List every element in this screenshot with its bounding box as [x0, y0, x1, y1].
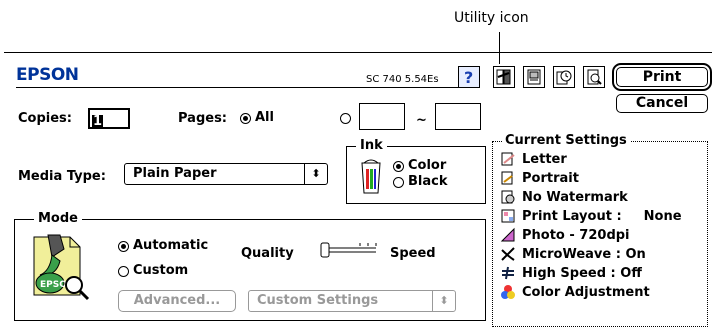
updown-arrow-icon: ⬍ [432, 291, 455, 311]
ink-black-label: Black [408, 174, 448, 189]
ink-color-label: Color [408, 158, 447, 173]
copies-label: Copies: [18, 111, 72, 126]
setting-color-adjustment: Color Adjustment [500, 284, 650, 300]
quality-speed-slider[interactable] [320, 241, 380, 259]
setting-print-layout: Print Layout : None [500, 208, 682, 224]
driver-version: SC 740 5.54Es [366, 74, 439, 85]
paper-size-icon [500, 151, 516, 167]
setting-label: High Speed : Off [522, 265, 642, 281]
high-speed-icon [500, 265, 516, 281]
pages-all-label: All [255, 110, 274, 125]
setting-high-speed: High Speed : Off [500, 265, 642, 281]
copies-value: 1 [92, 114, 104, 129]
epson-mode-logo-icon: EPSON [30, 231, 92, 301]
setting-label: Photo - 720dpi [522, 227, 630, 243]
setting-orientation: Portrait [500, 170, 579, 186]
setting-label: Portrait [522, 170, 579, 186]
setting-label: No Watermark [522, 189, 628, 205]
mode-custom-label: Custom [133, 263, 189, 278]
mode-automatic-radio[interactable] [118, 241, 129, 252]
utility-icon[interactable] [493, 66, 515, 88]
mode-group-label: Mode [34, 211, 82, 226]
epson-brand: EPSON [16, 65, 79, 85]
setting-watermark: No Watermark [500, 189, 628, 205]
current-settings-title: Current Settings [502, 133, 630, 148]
copies-field[interactable]: 1 [88, 108, 130, 129]
watermark-icon [500, 189, 516, 205]
mode-custom-radio[interactable] [118, 266, 129, 277]
setting-label: Color Adjustment [522, 284, 650, 300]
ink-group-label: Ink [356, 138, 387, 153]
question-mark-icon[interactable]: ? [458, 66, 480, 88]
speed-label: Speed [390, 246, 436, 261]
custom-settings-value: Custom Settings [257, 293, 379, 308]
microweave-icon [500, 246, 516, 262]
setting-resolution: Photo - 720dpi [500, 227, 630, 243]
setting-microweave: MicroWeave : On [500, 246, 646, 262]
quality-label: Quality [241, 246, 294, 261]
setting-label: Print Layout : [522, 208, 622, 224]
ink-cartridge-icon [358, 155, 384, 195]
orientation-icon [500, 170, 516, 186]
print-button[interactable]: Print [612, 63, 712, 91]
ink-black-radio[interactable] [393, 177, 404, 188]
preview-icon[interactable] [583, 66, 605, 88]
pages-range-radio[interactable] [340, 113, 351, 124]
print-dialog: EPSON SC 740 5.54Es ? Print Cancel Copie… [4, 52, 712, 329]
cancel-button[interactable]: Cancel [616, 94, 708, 113]
svg-text:?: ? [464, 68, 473, 87]
media-type-value: Plain Paper [133, 166, 217, 181]
pages-all-radio[interactable] [240, 113, 251, 124]
media-type-label: Media Type: [18, 169, 106, 184]
setting-paper-size: Letter [500, 151, 567, 167]
custom-settings-select[interactable]: Custom Settings ⬍ [248, 290, 456, 312]
color-adjustment-icon [500, 284, 516, 300]
pages-from-field[interactable] [359, 103, 405, 130]
pages-label: Pages: [178, 111, 228, 126]
layout-icon[interactable] [523, 66, 545, 88]
setting-value: None [643, 208, 682, 224]
resolution-icon [500, 227, 516, 243]
advanced-button[interactable]: Advanced... [118, 290, 236, 312]
ink-color-radio[interactable] [393, 161, 404, 172]
utility-icon-callout: Utility icon [454, 10, 529, 26]
setting-label: MicroWeave : On [522, 246, 646, 262]
header-rule [16, 87, 476, 88]
print-layout-icon [500, 208, 516, 224]
pages-separator: ~ [416, 113, 427, 128]
background-print-icon[interactable] [553, 66, 575, 88]
pages-to-field[interactable] [435, 103, 481, 130]
mode-automatic-label: Automatic [133, 238, 209, 253]
current-settings-list: Letter Portrait No Watermark Print Layou… [492, 151, 706, 321]
media-type-select[interactable]: Plain Paper ⬍ [124, 163, 328, 185]
setting-label: Letter [522, 151, 567, 167]
updown-arrow-icon: ⬍ [304, 164, 327, 184]
